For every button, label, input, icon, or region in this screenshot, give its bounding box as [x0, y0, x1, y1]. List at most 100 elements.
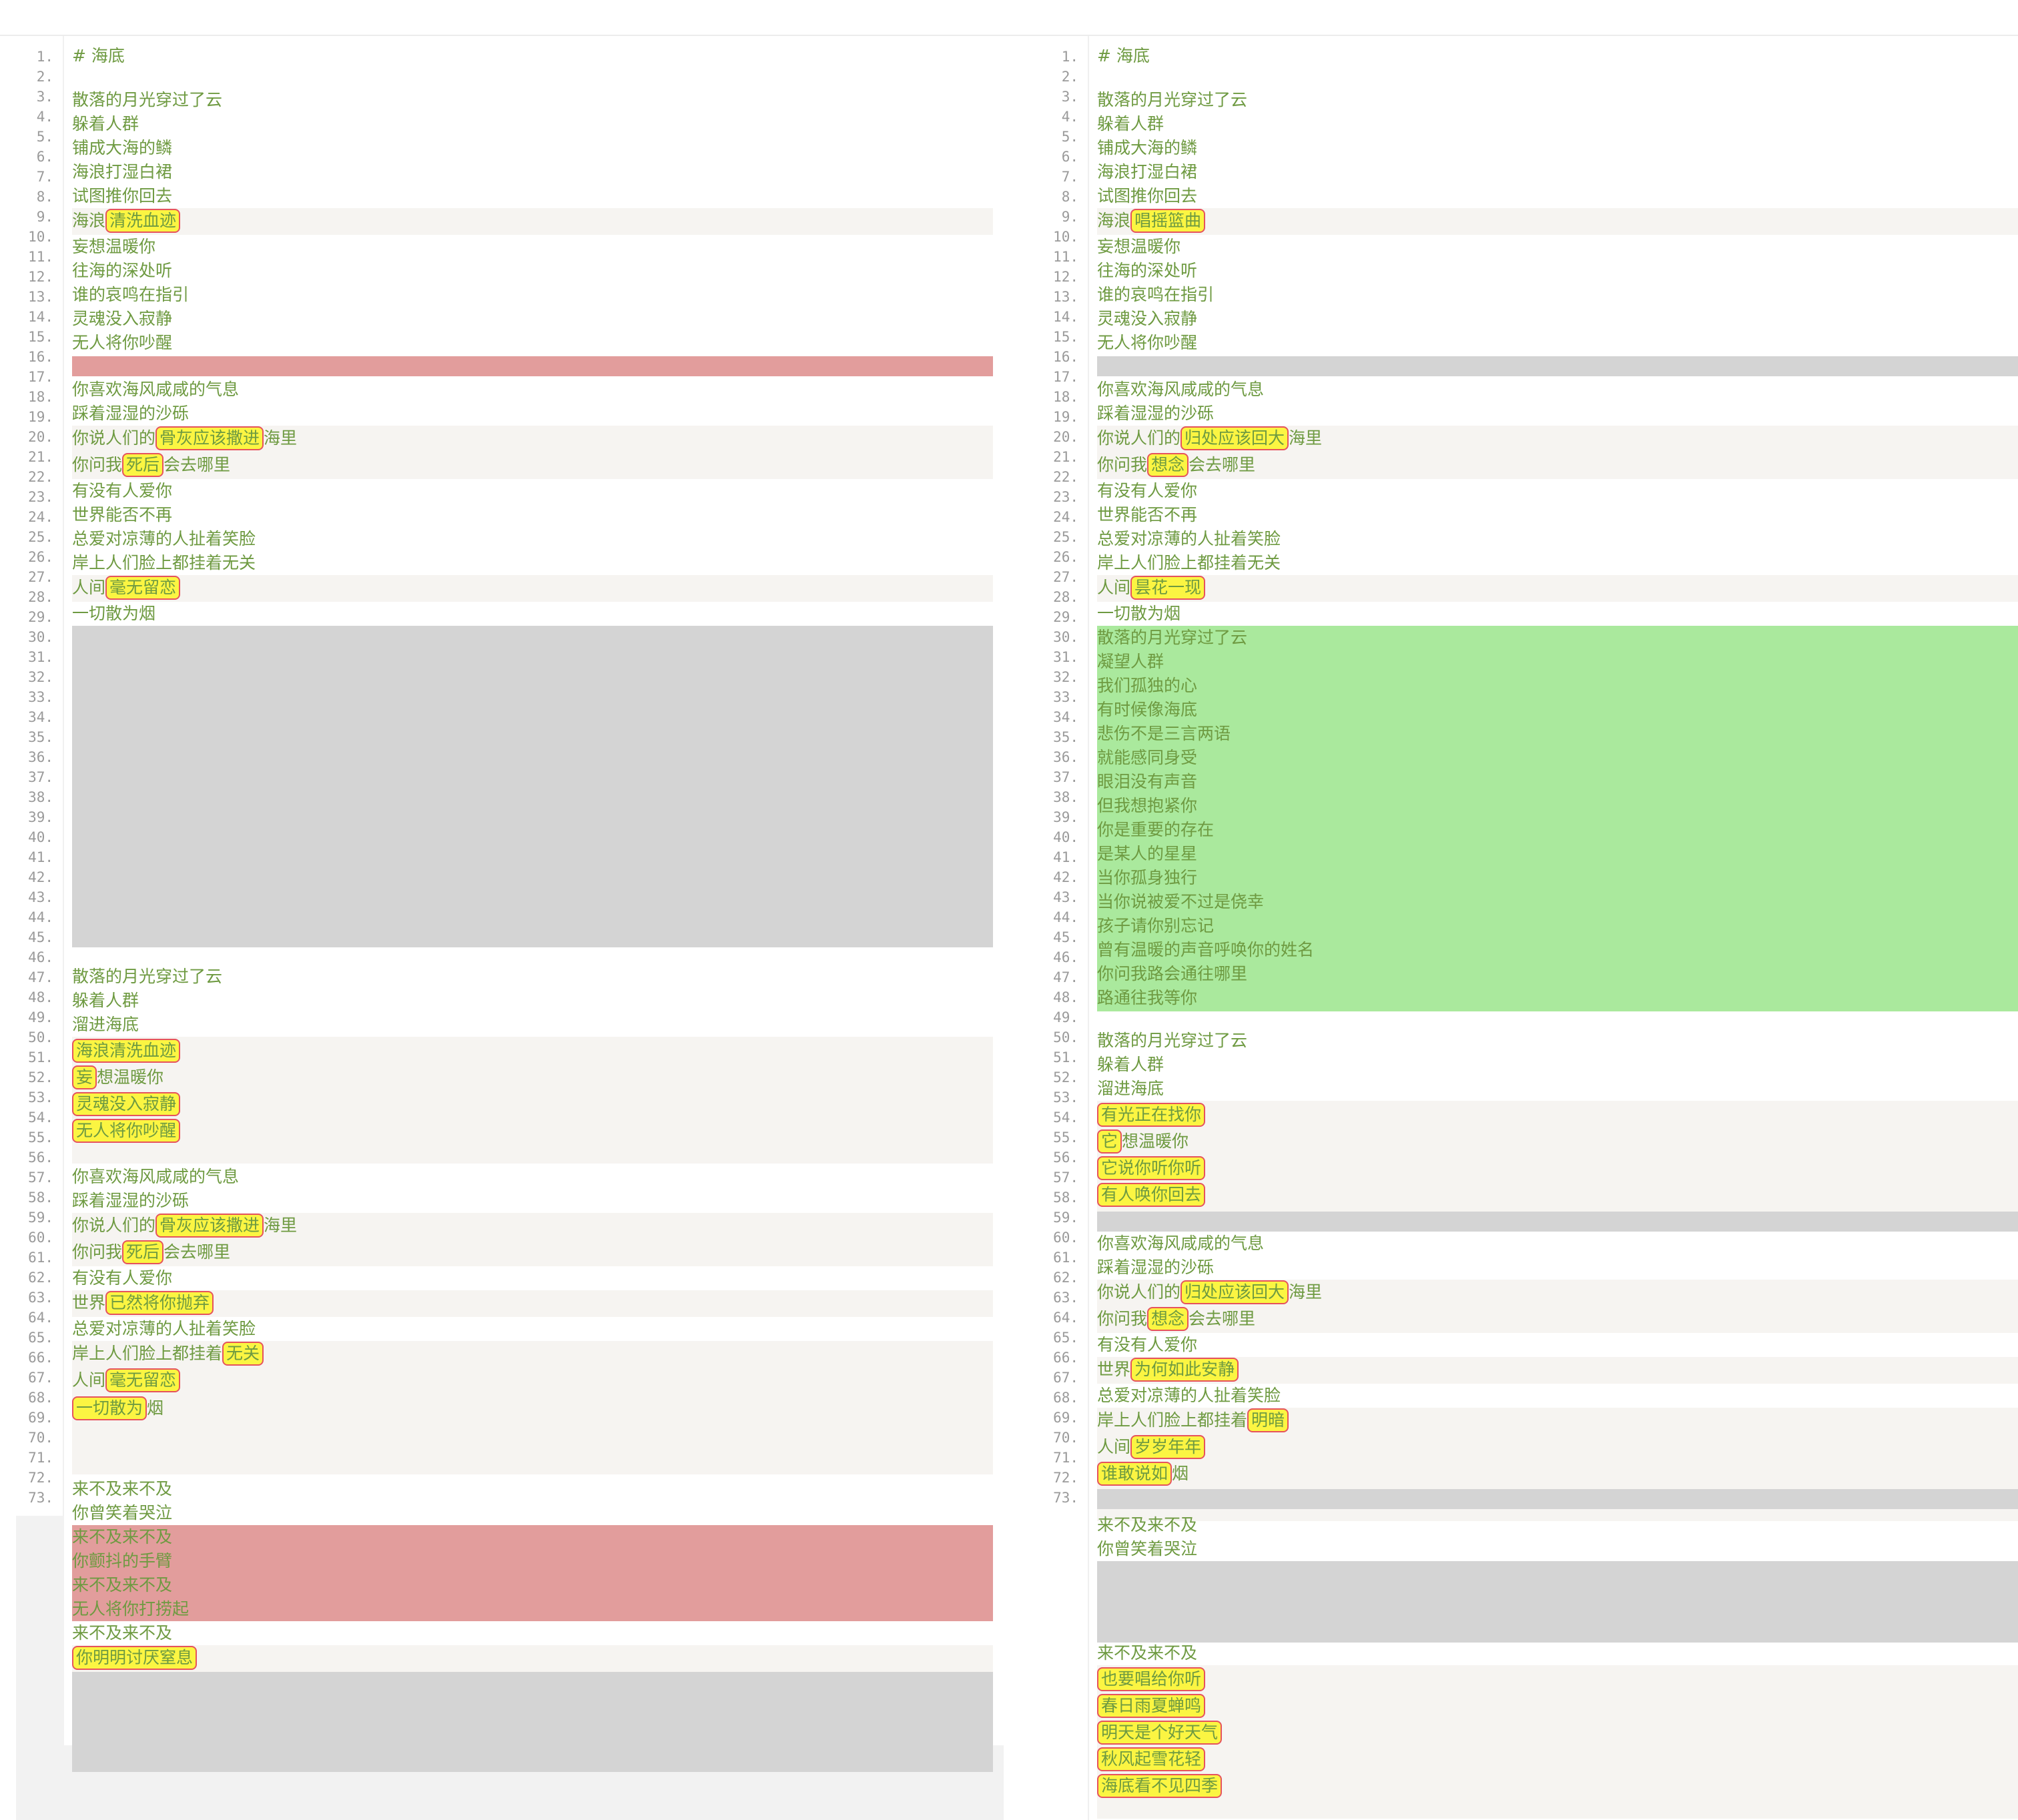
line-number: 11.	[28, 249, 53, 265]
text: 人间	[72, 1370, 106, 1390]
line-number: 63.	[1053, 1290, 1078, 1306]
right-line-changed: 它说你听你听	[1097, 1156, 2018, 1181]
diff-highlight: 唱摇篮曲	[1130, 209, 1206, 233]
line-number: 45.	[1053, 929, 1078, 945]
line-number: 37.	[28, 769, 53, 785]
line-number: 52.	[1053, 1069, 1078, 1085]
right-line-added: 我们孤独的心	[1097, 676, 1198, 695]
right-line: 散落的月光穿过了云	[1097, 90, 1248, 109]
text: 人间	[1097, 578, 1131, 597]
diff-highlight: 一切散为	[72, 1396, 147, 1420]
diff-highlight: 春日雨夏蝉鸣	[1097, 1694, 1206, 1718]
line-number: 51.	[1053, 1049, 1078, 1065]
right-line: 总爱对凉薄的人扯着笑脸	[1097, 1386, 1281, 1405]
text: 你问我	[72, 455, 123, 474]
line-number: 55.	[1053, 1129, 1078, 1146]
right-line: 躲着人群	[1097, 114, 1164, 133]
line-number: 41.	[28, 849, 53, 865]
line-number: 20.	[1053, 429, 1078, 445]
line-number: 40.	[1053, 829, 1078, 845]
right-line-added: 悲伤不是三言两语	[1097, 724, 1231, 743]
line-number: 42.	[28, 869, 53, 885]
line-number: 44.	[1053, 909, 1078, 925]
diff-highlight: 死后	[122, 453, 164, 477]
right-line-changed: 它想温暖你	[1097, 1129, 2018, 1154]
right-line-added: 就能感同身受	[1097, 748, 1198, 767]
line-number: 11.	[1053, 249, 1078, 265]
line-number: 8.	[36, 189, 53, 205]
line-number: 14.	[28, 309, 53, 325]
diff-highlight: 秋风起雪花轻	[1097, 1747, 1206, 1771]
line-number: 71.	[1053, 1450, 1078, 1466]
diff-highlight: 毫无留恋	[105, 576, 181, 600]
line-number: 3.	[1061, 89, 1078, 105]
right-line: 散落的月光穿过了云	[1097, 1031, 1248, 1050]
diff-highlight: 它	[1097, 1129, 1122, 1154]
line-number: 23.	[1053, 489, 1078, 505]
line-number: 65.	[28, 1330, 53, 1346]
line-number: 22.	[28, 469, 53, 485]
left-line: 海浪打湿白裙	[72, 162, 173, 181]
text: 海浪	[72, 211, 106, 230]
text: 海里	[264, 1216, 298, 1235]
text: 会去哪里	[163, 455, 231, 474]
line-number: 2.	[36, 69, 53, 85]
right-line: 你曾笑着哭泣	[1097, 1539, 1198, 1558]
line-number: 62.	[1053, 1270, 1078, 1286]
text: 会去哪里	[163, 1242, 231, 1262]
line-number: 72.	[28, 1470, 53, 1486]
line-number: 61.	[28, 1250, 53, 1266]
right-line: 妄想温暖你	[1097, 237, 1181, 256]
line-number: 19.	[1053, 409, 1078, 425]
line-number: 64.	[28, 1310, 53, 1326]
line-number: 25.	[1053, 529, 1078, 545]
line-number: 57.	[28, 1170, 53, 1186]
line-number: 12.	[28, 269, 53, 285]
right-line: 总爱对凉薄的人扯着笑脸	[1097, 529, 1281, 548]
diff-highlight: 妄	[72, 1065, 97, 1089]
text: 你说人们的	[72, 1216, 156, 1235]
diff-highlight: 死后	[122, 1240, 164, 1264]
line-number: 26.	[28, 549, 53, 565]
right-gap-line	[1097, 356, 2018, 376]
text: 想温暖你	[97, 1067, 164, 1087]
line-number: 16.	[28, 349, 53, 365]
left-line-changed: 你明明讨厌窒息	[72, 1645, 993, 1672]
line-number: 7.	[36, 169, 53, 185]
diff-highlight: 骨灰应该撒进	[155, 1214, 264, 1238]
line-number: 28.	[28, 589, 53, 605]
line-number: 41.	[1053, 849, 1078, 865]
line-number: 17.	[28, 369, 53, 385]
right-line-changed: 有光正在找你	[1097, 1102, 2018, 1127]
right-line: 躲着人群	[1097, 1055, 1164, 1074]
right-line-added: 凝望人群	[1097, 652, 1164, 671]
text: 你问我	[1097, 1309, 1148, 1328]
line-number: 31.	[1053, 649, 1078, 665]
line-number: 15.	[1053, 329, 1078, 345]
right-line-added: 你问我路会通往哪里	[1097, 964, 1248, 983]
line-number: 59.	[28, 1210, 53, 1226]
line-number: 46.	[1053, 949, 1078, 965]
right-line-added: 但我想抱紧你	[1097, 796, 1198, 815]
text: 想温暖你	[1122, 1131, 1189, 1151]
line-number: 4.	[36, 109, 53, 125]
left-line: 躲着人群	[72, 991, 139, 1010]
diff-highlight: 它说你听你听	[1097, 1156, 1206, 1180]
text: 烟	[147, 1398, 164, 1418]
right-gap-line	[1097, 1212, 2018, 1232]
left-line: 岸上人们脸上都挂着无关	[72, 553, 256, 572]
line-number: 2.	[1061, 69, 1078, 85]
line-number: 38.	[28, 789, 53, 805]
diff-highlight: 灵魂没入寂静	[72, 1092, 181, 1116]
right-line: # 海底	[1097, 46, 1150, 65]
line-number: 33.	[28, 689, 53, 705]
line-number: 8.	[1061, 189, 1078, 205]
left-gap-block	[72, 626, 993, 947]
right-line-changed: 世界 为何如此安静	[1097, 1357, 2018, 1384]
right-line: 灵魂没入寂静	[1097, 309, 1198, 328]
line-number: 30.	[28, 629, 53, 645]
text: 会去哪里	[1189, 1309, 1256, 1328]
left-line: 总爱对凉薄的人扯着笑脸	[72, 529, 256, 548]
line-number: 27.	[28, 569, 53, 585]
diff-highlight: 毫无留恋	[105, 1368, 181, 1392]
